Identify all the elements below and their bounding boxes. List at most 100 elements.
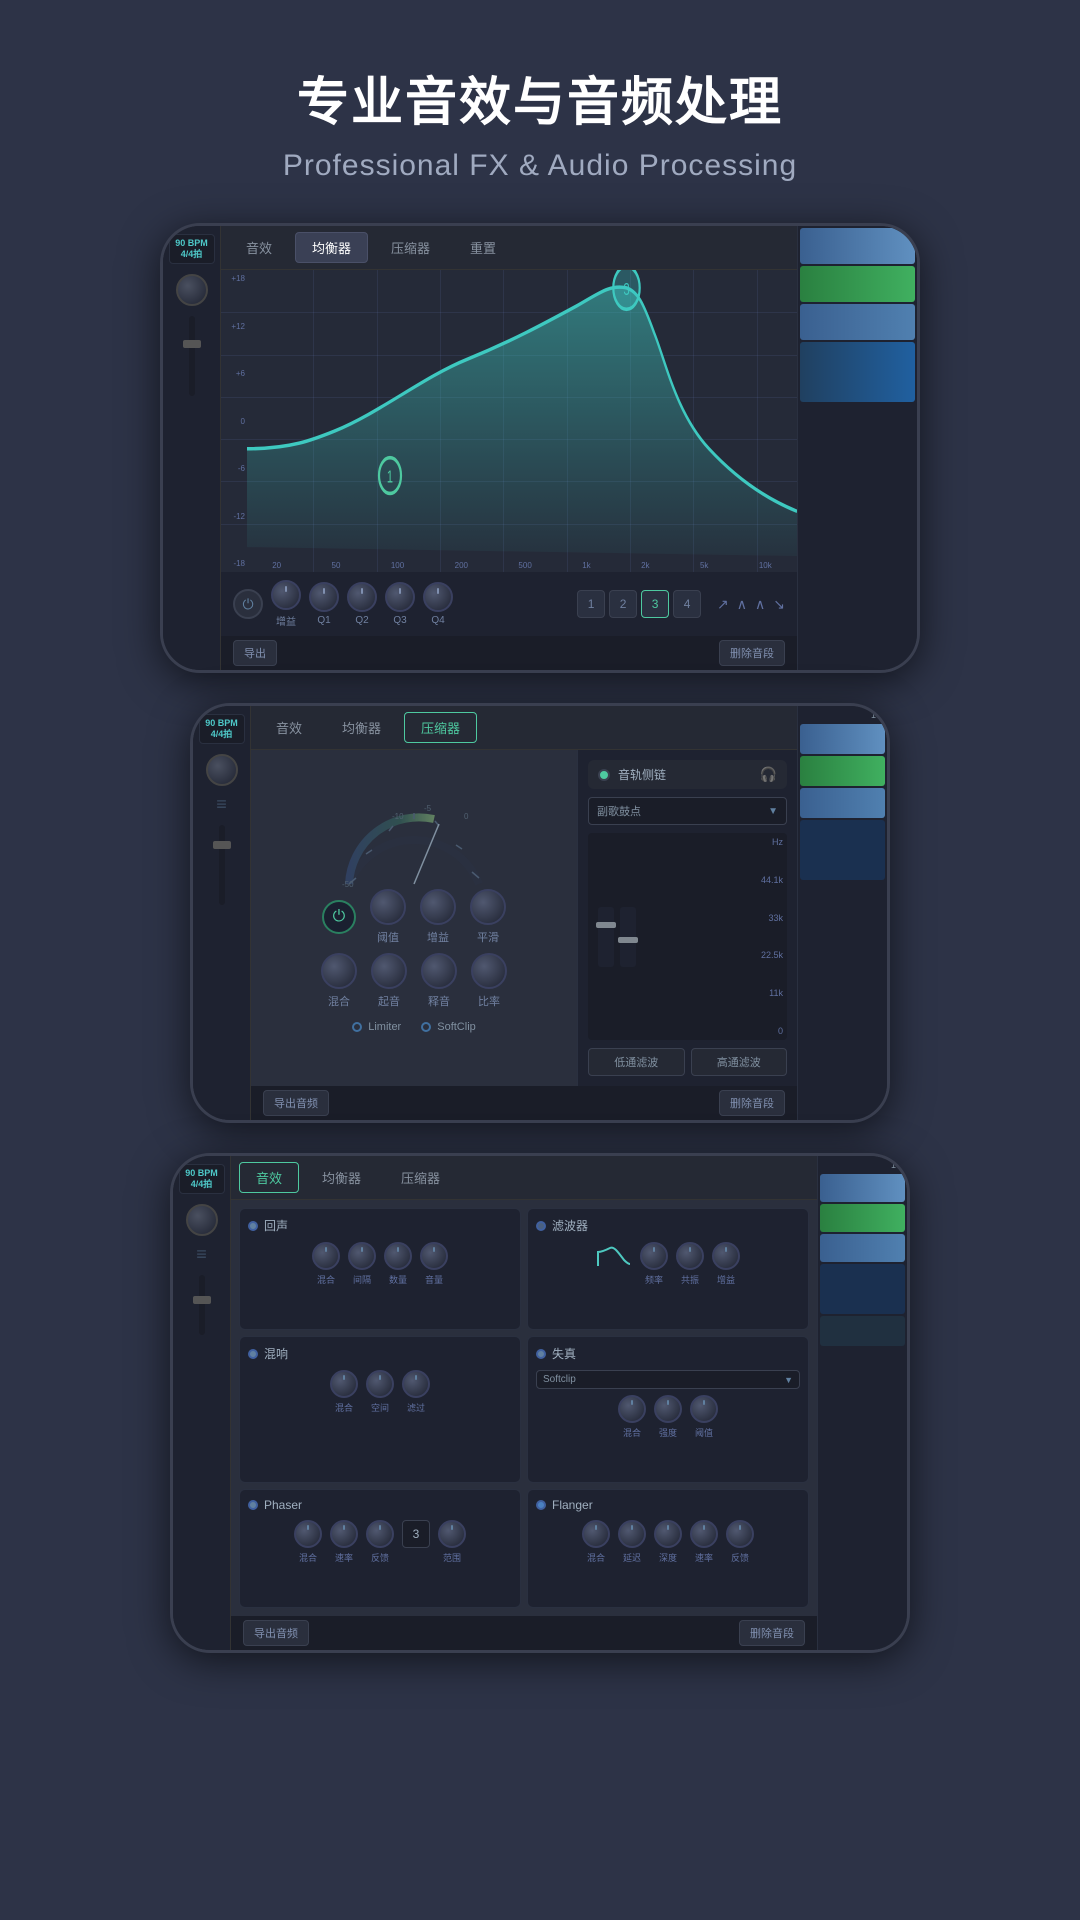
freq-fader-1[interactable]: [598, 907, 614, 967]
distortion-select[interactable]: Softclip ▼: [536, 1370, 800, 1389]
reverb-space-knob[interactable]: [348, 1242, 376, 1270]
reverb-mix-knob[interactable]: [312, 1242, 340, 1270]
filter-header: 滤波器: [536, 1217, 800, 1234]
remove-btn-2[interactable]: 删除音段: [719, 1090, 785, 1116]
vol-fader-2[interactable]: [219, 825, 225, 905]
dist-strength-knob[interactable]: [654, 1395, 682, 1423]
q2-knob[interactable]: [347, 582, 377, 612]
limiter-radio[interactable]: [352, 1022, 362, 1032]
gain-knob[interactable]: [271, 580, 301, 610]
chorus-toggle[interactable]: [248, 1349, 258, 1359]
filter-res-knob[interactable]: [676, 1242, 704, 1270]
track-3-3[interactable]: [820, 1234, 905, 1262]
comp-gain-knob[interactable]: [420, 889, 456, 925]
chorus-filter-knob[interactable]: [402, 1370, 430, 1398]
comp-power-btn[interactable]: ⏻: [322, 900, 356, 934]
tab-effects-2[interactable]: 音效: [259, 712, 319, 743]
reverb-vol-knob[interactable]: [420, 1242, 448, 1270]
tab-comp-2[interactable]: 压缩器: [404, 712, 477, 743]
softclip-radio[interactable]: [421, 1022, 431, 1032]
dist-mix-knob[interactable]: [618, 1395, 646, 1423]
track-2[interactable]: [800, 266, 915, 302]
q4-knob[interactable]: [423, 582, 453, 612]
phaser-rate-knob[interactable]: [330, 1520, 358, 1548]
freq-fader-2[interactable]: [620, 907, 636, 967]
tab-comp-3[interactable]: 压缩器: [384, 1162, 457, 1193]
track-3[interactable]: [800, 304, 915, 340]
timesig-text-2: 4/4拍: [204, 729, 240, 740]
flanger-mix-knob[interactable]: [582, 1520, 610, 1548]
sidechain-source-select[interactable]: 副歌鼓点 ▼: [588, 797, 787, 825]
dist-strength-group: 强度: [654, 1395, 682, 1439]
track-2-2[interactable]: [800, 756, 885, 786]
attack-knob[interactable]: [371, 953, 407, 989]
chorus-space-knob[interactable]: [366, 1370, 394, 1398]
q1-knob[interactable]: [309, 582, 339, 612]
band-btn-3[interactable]: 3: [641, 590, 669, 618]
threshold-knob[interactable]: [370, 889, 406, 925]
remove-btn-3[interactable]: 删除音段: [739, 1620, 805, 1646]
low-filter-btn[interactable]: 低通滤波: [588, 1048, 685, 1076]
phaser-feedback-knob[interactable]: [366, 1520, 394, 1548]
high-filter-btn[interactable]: 高通滤波: [691, 1048, 788, 1076]
track-1[interactable]: [800, 228, 915, 264]
phaser-range-knob[interactable]: [438, 1520, 466, 1548]
phaser-stage-value[interactable]: 3: [402, 1520, 430, 1548]
export-btn-1[interactable]: 导出: [233, 640, 277, 666]
tab-eq-3[interactable]: 均衡器: [305, 1162, 378, 1193]
track-2-4[interactable]: [800, 820, 885, 880]
sidechain-toggle[interactable]: 音轨侧链 🎧: [588, 760, 787, 789]
reverb-toggle[interactable]: [248, 1221, 258, 1231]
vol-knob-2[interactable]: [206, 754, 238, 786]
flanger-depth-knob[interactable]: [654, 1520, 682, 1548]
band-btn-2[interactable]: 2: [609, 590, 637, 618]
export-btn-3[interactable]: 导出音频: [243, 1620, 309, 1646]
filter-toggle[interactable]: [536, 1221, 546, 1231]
mix-knob[interactable]: [321, 953, 357, 989]
tab-effects-3[interactable]: 音效: [239, 1162, 299, 1193]
ratio-label: 比率: [478, 993, 500, 1009]
vol-fader-3[interactable]: [199, 1275, 205, 1335]
flanger-depth-label: 深度: [659, 1551, 677, 1564]
ratio-knob[interactable]: [471, 953, 507, 989]
track-2-3[interactable]: [800, 788, 885, 818]
q3-knob[interactable]: [385, 582, 415, 612]
flanger-toggle[interactable]: [536, 1500, 546, 1510]
band-btn-4[interactable]: 4: [673, 590, 701, 618]
tab-effects-1[interactable]: 音效: [229, 232, 289, 263]
band-btn-1[interactable]: 1: [577, 590, 605, 618]
chorus-mix-knob[interactable]: [330, 1370, 358, 1398]
phaser-mix-knob[interactable]: [294, 1520, 322, 1548]
reverb-count-knob[interactable]: [384, 1242, 412, 1270]
phaser-toggle[interactable]: [248, 1500, 258, 1510]
flanger-rate-group: 速率: [690, 1520, 718, 1564]
track-3-4[interactable]: [820, 1264, 905, 1314]
dist-threshold-knob[interactable]: [690, 1395, 718, 1423]
smooth-knob[interactable]: [470, 889, 506, 925]
track-3-1[interactable]: [820, 1174, 905, 1202]
tab-reset-1[interactable]: 重置: [453, 232, 513, 263]
flanger-feedback-knob[interactable]: [726, 1520, 754, 1548]
track-4[interactable]: [800, 342, 915, 402]
eq-power-btn[interactable]: ⏻: [233, 589, 263, 619]
tab-eq-2[interactable]: 均衡器: [325, 712, 398, 743]
vol-fader-1[interactable]: [189, 316, 195, 396]
filter-freq-knob[interactable]: [640, 1242, 668, 1270]
chorus-header: 混响: [248, 1345, 512, 1362]
filter-gain-knob[interactable]: [712, 1242, 740, 1270]
export-btn-2[interactable]: 导出音频: [263, 1090, 329, 1116]
flanger-delay-knob[interactable]: [618, 1520, 646, 1548]
vol-knob-3[interactable]: [186, 1204, 218, 1236]
track-3-5[interactable]: [820, 1316, 905, 1346]
vol-knob-1[interactable]: [176, 274, 208, 306]
release-knob[interactable]: [421, 953, 457, 989]
reverb-header: 回声: [248, 1217, 512, 1234]
remove-btn-1[interactable]: 删除音段: [719, 640, 785, 666]
shape-bell: ∧: [737, 596, 747, 613]
tab-comp-1[interactable]: 压缩器: [374, 232, 447, 263]
track-3-2[interactable]: [820, 1204, 905, 1232]
track-2-1[interactable]: [800, 724, 885, 754]
flanger-rate-knob[interactable]: [690, 1520, 718, 1548]
tab-eq-1[interactable]: 均衡器: [295, 232, 368, 263]
distortion-toggle[interactable]: [536, 1349, 546, 1359]
